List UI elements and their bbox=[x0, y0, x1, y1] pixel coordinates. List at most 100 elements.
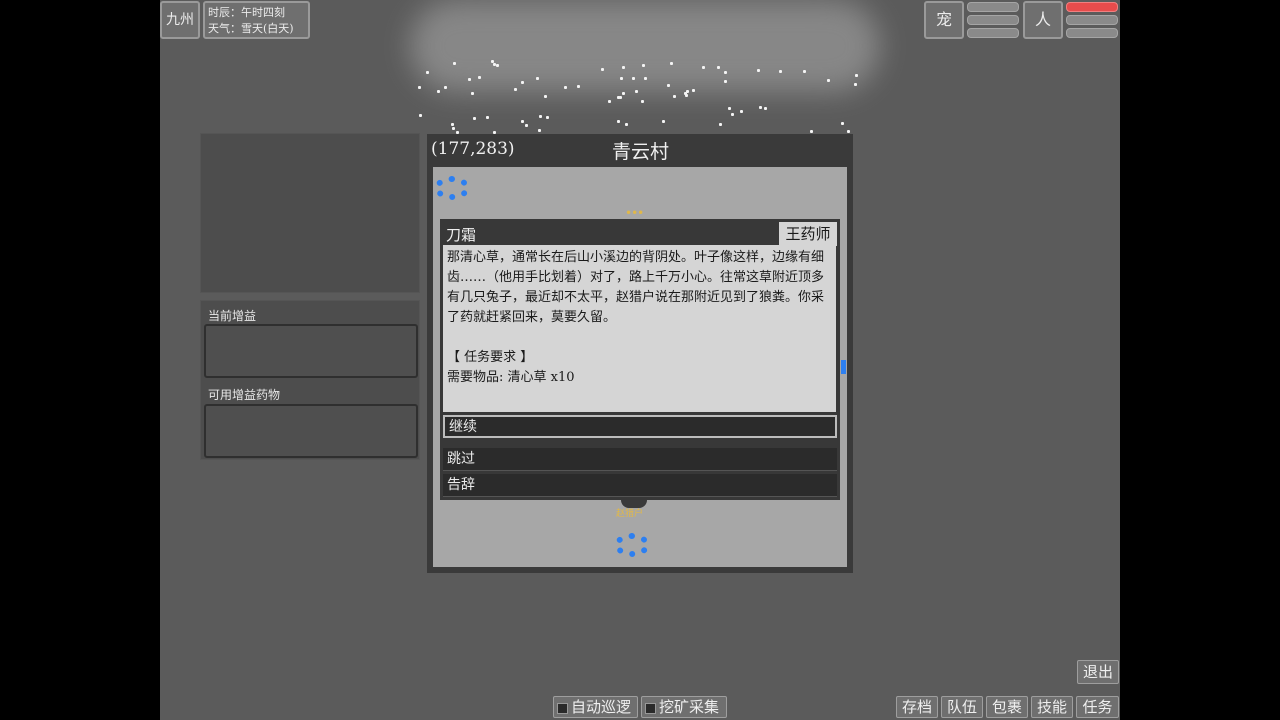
option-skip[interactable]: 跳过 bbox=[443, 448, 837, 471]
snowflake bbox=[520, 119, 524, 123]
dialog-body: 那清心草，通常长在后山小溪边的背阴处。叶子像这样，边缘有细齿……（他用手比划着）… bbox=[443, 245, 836, 412]
snowflake bbox=[616, 120, 620, 124]
time-label: 时辰：午时四刻 bbox=[208, 6, 285, 19]
game-stage: 九州 时辰：午时四刻 天气：雪天(白天) 宠 人 当前增益 可用增益药物 (17… bbox=[160, 0, 1120, 720]
snowflake bbox=[600, 67, 604, 71]
snowflake bbox=[470, 91, 474, 95]
time-weather-box: 时辰：午时四刻 天气：雪天(白天) bbox=[203, 1, 310, 39]
person-button[interactable]: 人 bbox=[1023, 1, 1063, 39]
save-button[interactable]: 存档 bbox=[896, 696, 938, 718]
snowflake bbox=[666, 83, 670, 87]
map-name: 青云村 bbox=[612, 141, 670, 163]
snowflake bbox=[758, 106, 762, 110]
snowflake bbox=[827, 79, 831, 83]
snowflake bbox=[724, 80, 728, 84]
exit-button[interactable]: 退出 bbox=[1077, 660, 1119, 684]
snowflake bbox=[670, 61, 674, 65]
snowflake bbox=[634, 89, 638, 93]
inventory-button[interactable]: 包裹 bbox=[986, 696, 1028, 718]
player-marker bbox=[614, 533, 650, 557]
snowflake bbox=[640, 100, 644, 104]
auto-patrol-checkbox[interactable] bbox=[557, 702, 568, 714]
map-scroll-indicator bbox=[841, 360, 846, 374]
pet-bar-3 bbox=[967, 28, 1019, 38]
mining-label: 挖矿采集 bbox=[659, 698, 720, 716]
snowflake bbox=[642, 63, 646, 67]
potion-slot[interactable] bbox=[204, 404, 418, 458]
snowflake bbox=[730, 113, 734, 117]
team-button[interactable]: 队伍 bbox=[941, 696, 983, 718]
snowflake bbox=[545, 116, 549, 120]
snowflake bbox=[778, 69, 782, 73]
buff-slot bbox=[204, 324, 418, 378]
snowflake bbox=[616, 95, 620, 99]
snowflake bbox=[492, 62, 496, 66]
snowflake bbox=[524, 123, 528, 127]
pet-button[interactable]: 宠 bbox=[924, 1, 964, 39]
snowflake bbox=[468, 77, 472, 81]
mining-toggle[interactable]: 挖矿采集 bbox=[641, 696, 727, 718]
skills-button[interactable]: 技能 bbox=[1031, 696, 1073, 718]
snowflake bbox=[622, 91, 626, 95]
snowflake bbox=[520, 81, 524, 85]
dialog-speaker-left: 刀霜 bbox=[446, 226, 477, 244]
snowflake bbox=[662, 119, 666, 123]
buffs-title: 当前增益 bbox=[208, 309, 257, 323]
snowflake bbox=[624, 122, 628, 126]
npc-name: 赵猎户 bbox=[616, 509, 644, 519]
option-continue[interactable]: 继续 bbox=[443, 415, 837, 438]
snowflake bbox=[672, 95, 676, 99]
minimap-panel bbox=[200, 133, 420, 293]
snowflake bbox=[854, 83, 858, 87]
snowflake bbox=[485, 115, 489, 119]
stamina-bar bbox=[1066, 28, 1118, 38]
dialog-speaker-right: 王药师 bbox=[779, 222, 837, 246]
snowflake bbox=[496, 63, 500, 67]
snowflake bbox=[728, 106, 732, 110]
auto-patrol-label: 自动巡逻 bbox=[571, 698, 632, 716]
mining-checkbox[interactable] bbox=[645, 702, 656, 714]
portal-marker-top[interactable] bbox=[434, 176, 470, 200]
snowflake bbox=[477, 76, 481, 80]
snowflake bbox=[436, 89, 440, 93]
health-bar bbox=[1066, 2, 1118, 12]
buff-panel: 当前增益 可用增益药物 bbox=[200, 300, 420, 460]
snowflake bbox=[563, 85, 567, 89]
snowflake bbox=[607, 99, 611, 103]
snowflake bbox=[685, 93, 689, 97]
pet-bar-2 bbox=[967, 15, 1019, 25]
snowflake bbox=[702, 66, 706, 70]
snowflake bbox=[418, 114, 422, 118]
weather-label: 天气：雪天(白天) bbox=[208, 22, 294, 35]
snowflake bbox=[809, 129, 813, 133]
snowflake bbox=[537, 128, 541, 132]
snowflake bbox=[490, 60, 494, 64]
snowflake bbox=[418, 85, 422, 89]
snowflake bbox=[644, 76, 648, 80]
snowflake bbox=[718, 122, 722, 126]
auto-patrol-toggle[interactable]: 自动巡逻 bbox=[553, 696, 638, 718]
snowflake bbox=[854, 73, 858, 77]
potions-title: 可用增益药物 bbox=[208, 388, 281, 402]
pet-bar-1 bbox=[967, 2, 1019, 12]
snowflake bbox=[543, 95, 547, 99]
snowflake bbox=[451, 123, 455, 127]
snowflake bbox=[631, 76, 635, 80]
ellipsis-icon: ••• bbox=[625, 206, 644, 220]
snowflake bbox=[841, 121, 845, 125]
snowflake bbox=[740, 110, 744, 114]
snowflake bbox=[452, 61, 456, 65]
map-coords: (177,283) bbox=[431, 139, 515, 159]
mana-bar bbox=[1066, 15, 1118, 25]
snowflake bbox=[451, 126, 455, 130]
snowflake bbox=[539, 115, 543, 119]
region-button[interactable]: 九州 bbox=[160, 1, 200, 39]
snowflake bbox=[620, 76, 623, 80]
snowflake bbox=[472, 117, 476, 121]
snowflake bbox=[717, 65, 721, 69]
quests-button[interactable]: 任务 bbox=[1076, 696, 1119, 718]
snowflake bbox=[576, 85, 580, 89]
snowflake bbox=[846, 129, 850, 133]
option-leave[interactable]: 告辞 bbox=[443, 474, 837, 497]
snowflake bbox=[764, 107, 768, 110]
